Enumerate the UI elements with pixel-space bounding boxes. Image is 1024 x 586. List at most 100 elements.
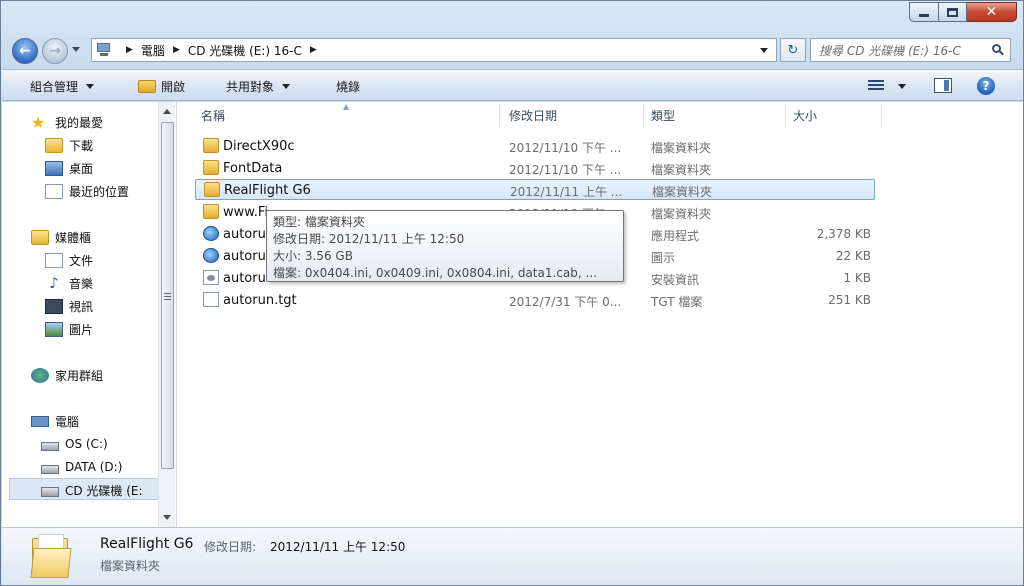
search-placeholder: 搜尋 CD 光碟機 (E:) 16-C: [819, 43, 961, 58]
maximize-button[interactable]: [939, 2, 967, 22]
forward-button[interactable]: →: [42, 38, 68, 64]
nav-drive-c[interactable]: OS (C:): [41, 434, 108, 454]
file-size: 251 KB: [828, 293, 871, 307]
details-type: 檔案資料夾: [100, 559, 161, 573]
file-row[interactable]: autorun.tgt 2012/7/31 下午 0... TGT 檔案 251…: [195, 290, 875, 311]
breadcrumb-computer[interactable]: 電腦: [141, 42, 165, 59]
column-divider[interactable]: [643, 104, 644, 126]
column-label: 大小: [793, 108, 818, 123]
scroll-thumb[interactable]: [161, 122, 174, 469]
minimize-button[interactable]: [909, 2, 939, 22]
help-icon[interactable]: ?: [977, 77, 995, 95]
file-date: 2012/11/10 下午 ...: [509, 141, 622, 155]
folder-icon: [204, 182, 220, 197]
folder-info-tooltip: 類型: 檔案資料夾 修改日期: 2012/11/11 上午 12:50 大小: …: [266, 210, 624, 282]
chevron-right-icon[interactable]: ▶: [173, 45, 180, 55]
nav-label: 最近的位置: [69, 184, 130, 199]
column-label: 修改日期: [509, 108, 558, 123]
file-type: 檔案資料夾: [651, 163, 712, 177]
nav-pictures[interactable]: 圖片: [45, 319, 93, 339]
details-pane: RealFlight G6 修改日期: 2012/11/11 上午 12:50 …: [2, 527, 1023, 585]
file-date: 2012/11/10 下午 ...: [509, 163, 622, 177]
file-row-selected[interactable]: RealFlight G6 2012/11/11 上午 ... 檔案資料夾: [195, 179, 875, 200]
chevron-right-icon[interactable]: ▶: [310, 45, 317, 55]
nav-label: 圖片: [69, 322, 94, 337]
nav-label: 我的最愛: [55, 115, 104, 130]
column-header-date[interactable]: 修改日期: [503, 102, 643, 128]
file-name: DirectX90c: [223, 139, 295, 154]
column-label: 名稱: [201, 108, 226, 123]
column-header-size[interactable]: 大小: [787, 102, 881, 128]
computer-icon: [31, 415, 49, 427]
share-with-button[interactable]: 共用對象: [226, 78, 291, 95]
change-view-icon[interactable]: [868, 80, 884, 92]
nav-desktop[interactable]: 桌面: [45, 158, 93, 178]
nav-computer[interactable]: 電腦: [31, 411, 79, 431]
breadcrumb-cd-drive[interactable]: CD 光碟機 (E:) 16-C: [188, 42, 302, 59]
nav-label: DATA (D:): [65, 460, 123, 474]
recent-places-icon: [45, 183, 63, 199]
scroll-down-icon[interactable]: [163, 515, 171, 520]
chevron-right-icon[interactable]: ▶: [126, 45, 133, 55]
nav-drive-d[interactable]: DATA (D:): [41, 457, 122, 477]
nav-libraries[interactable]: 媒體櫃: [31, 227, 91, 247]
share-label: 共用對象: [226, 80, 275, 94]
open-button[interactable]: 開啟: [138, 78, 185, 95]
file-name: FontData: [223, 161, 283, 176]
details-name: RealFlight G6: [100, 536, 194, 552]
hard-drive-icon: [41, 464, 59, 474]
nav-label: 視訊: [69, 299, 94, 314]
nav-recent-places[interactable]: 最近的位置: [45, 181, 129, 201]
file-row[interactable]: DirectX90c 2012/11/10 下午 ... 檔案資料夾: [195, 136, 875, 157]
search-icon[interactable]: [992, 44, 1004, 56]
chevron-down-icon: [282, 84, 291, 89]
column-divider[interactable]: [881, 104, 882, 126]
file-type: 應用程式: [651, 229, 700, 243]
nav-favorites[interactable]: ★ 我的最愛: [31, 112, 103, 132]
column-divider[interactable]: [785, 104, 786, 126]
nav-label: 媒體櫃: [55, 230, 92, 245]
nav-label: 文件: [69, 253, 94, 268]
nav-homegroup[interactable]: 家用群組: [31, 365, 103, 385]
nav-label: 電腦: [55, 414, 80, 429]
recent-pages-dropdown[interactable]: [72, 47, 80, 52]
scroll-up-icon[interactable]: [163, 109, 171, 114]
preview-pane-icon[interactable]: [934, 78, 952, 93]
nav-documents[interactable]: 文件: [45, 250, 93, 270]
organize-button[interactable]: 組合管理: [30, 78, 95, 95]
back-button[interactable]: ←: [12, 38, 38, 64]
address-bar[interactable]: ▶ 電腦 ▶ CD 光碟機 (E:) 16-C ▶: [91, 38, 777, 62]
documents-icon: [45, 252, 63, 268]
column-header-type[interactable]: 類型: [645, 102, 785, 128]
column-divider[interactable]: [499, 104, 500, 126]
burn-button[interactable]: 燒錄: [336, 78, 360, 95]
file-type: 圖示: [651, 251, 676, 265]
file-name: RealFlight G6: [224, 183, 311, 198]
search-input[interactable]: 搜尋 CD 光碟機 (E:) 16-C: [810, 38, 1011, 62]
nav-videos[interactable]: 視訊: [45, 296, 93, 316]
sort-ascending-icon: ▲: [343, 102, 350, 111]
nav-music[interactable]: ♪ 音樂: [45, 273, 93, 293]
application-icon: [203, 226, 219, 241]
tooltip-date: 修改日期: 2012/11/11 上午 12:50: [273, 232, 465, 246]
nav-downloads[interactable]: 下載: [45, 135, 93, 155]
address-dropdown-icon[interactable]: [760, 48, 768, 53]
column-label: 類型: [651, 108, 676, 123]
nav-drive-e[interactable]: CD 光碟機 (E:: [41, 480, 143, 500]
refresh-button[interactable]: ↻: [780, 38, 806, 62]
view-options-dropdown[interactable]: [898, 84, 906, 89]
file-size: 1 KB: [843, 271, 871, 285]
explorer-window: ✕ ← → ▶ 電腦 ▶ CD 光碟機 (E:) 16-C ▶ ↻ 搜尋 CD …: [0, 0, 1024, 586]
nav-scrollbar[interactable]: [158, 102, 175, 527]
file-row[interactable]: FontData 2012/11/10 下午 ... 檔案資料夾: [195, 158, 875, 179]
file-date: 2012/11/11 上午 ...: [510, 185, 623, 199]
close-button[interactable]: ✕: [967, 2, 1017, 22]
chevron-down-icon: [86, 84, 95, 89]
large-folder-icon: [30, 534, 72, 578]
file-date: 2012/7/31 下午 0...: [509, 295, 622, 309]
maximize-icon: [947, 7, 958, 17]
file-type: TGT 檔案: [651, 295, 703, 309]
tooltip-size: 大小: 3.56 GB: [273, 249, 353, 263]
nav-label: 下載: [69, 138, 94, 153]
file-icon: [203, 292, 219, 307]
